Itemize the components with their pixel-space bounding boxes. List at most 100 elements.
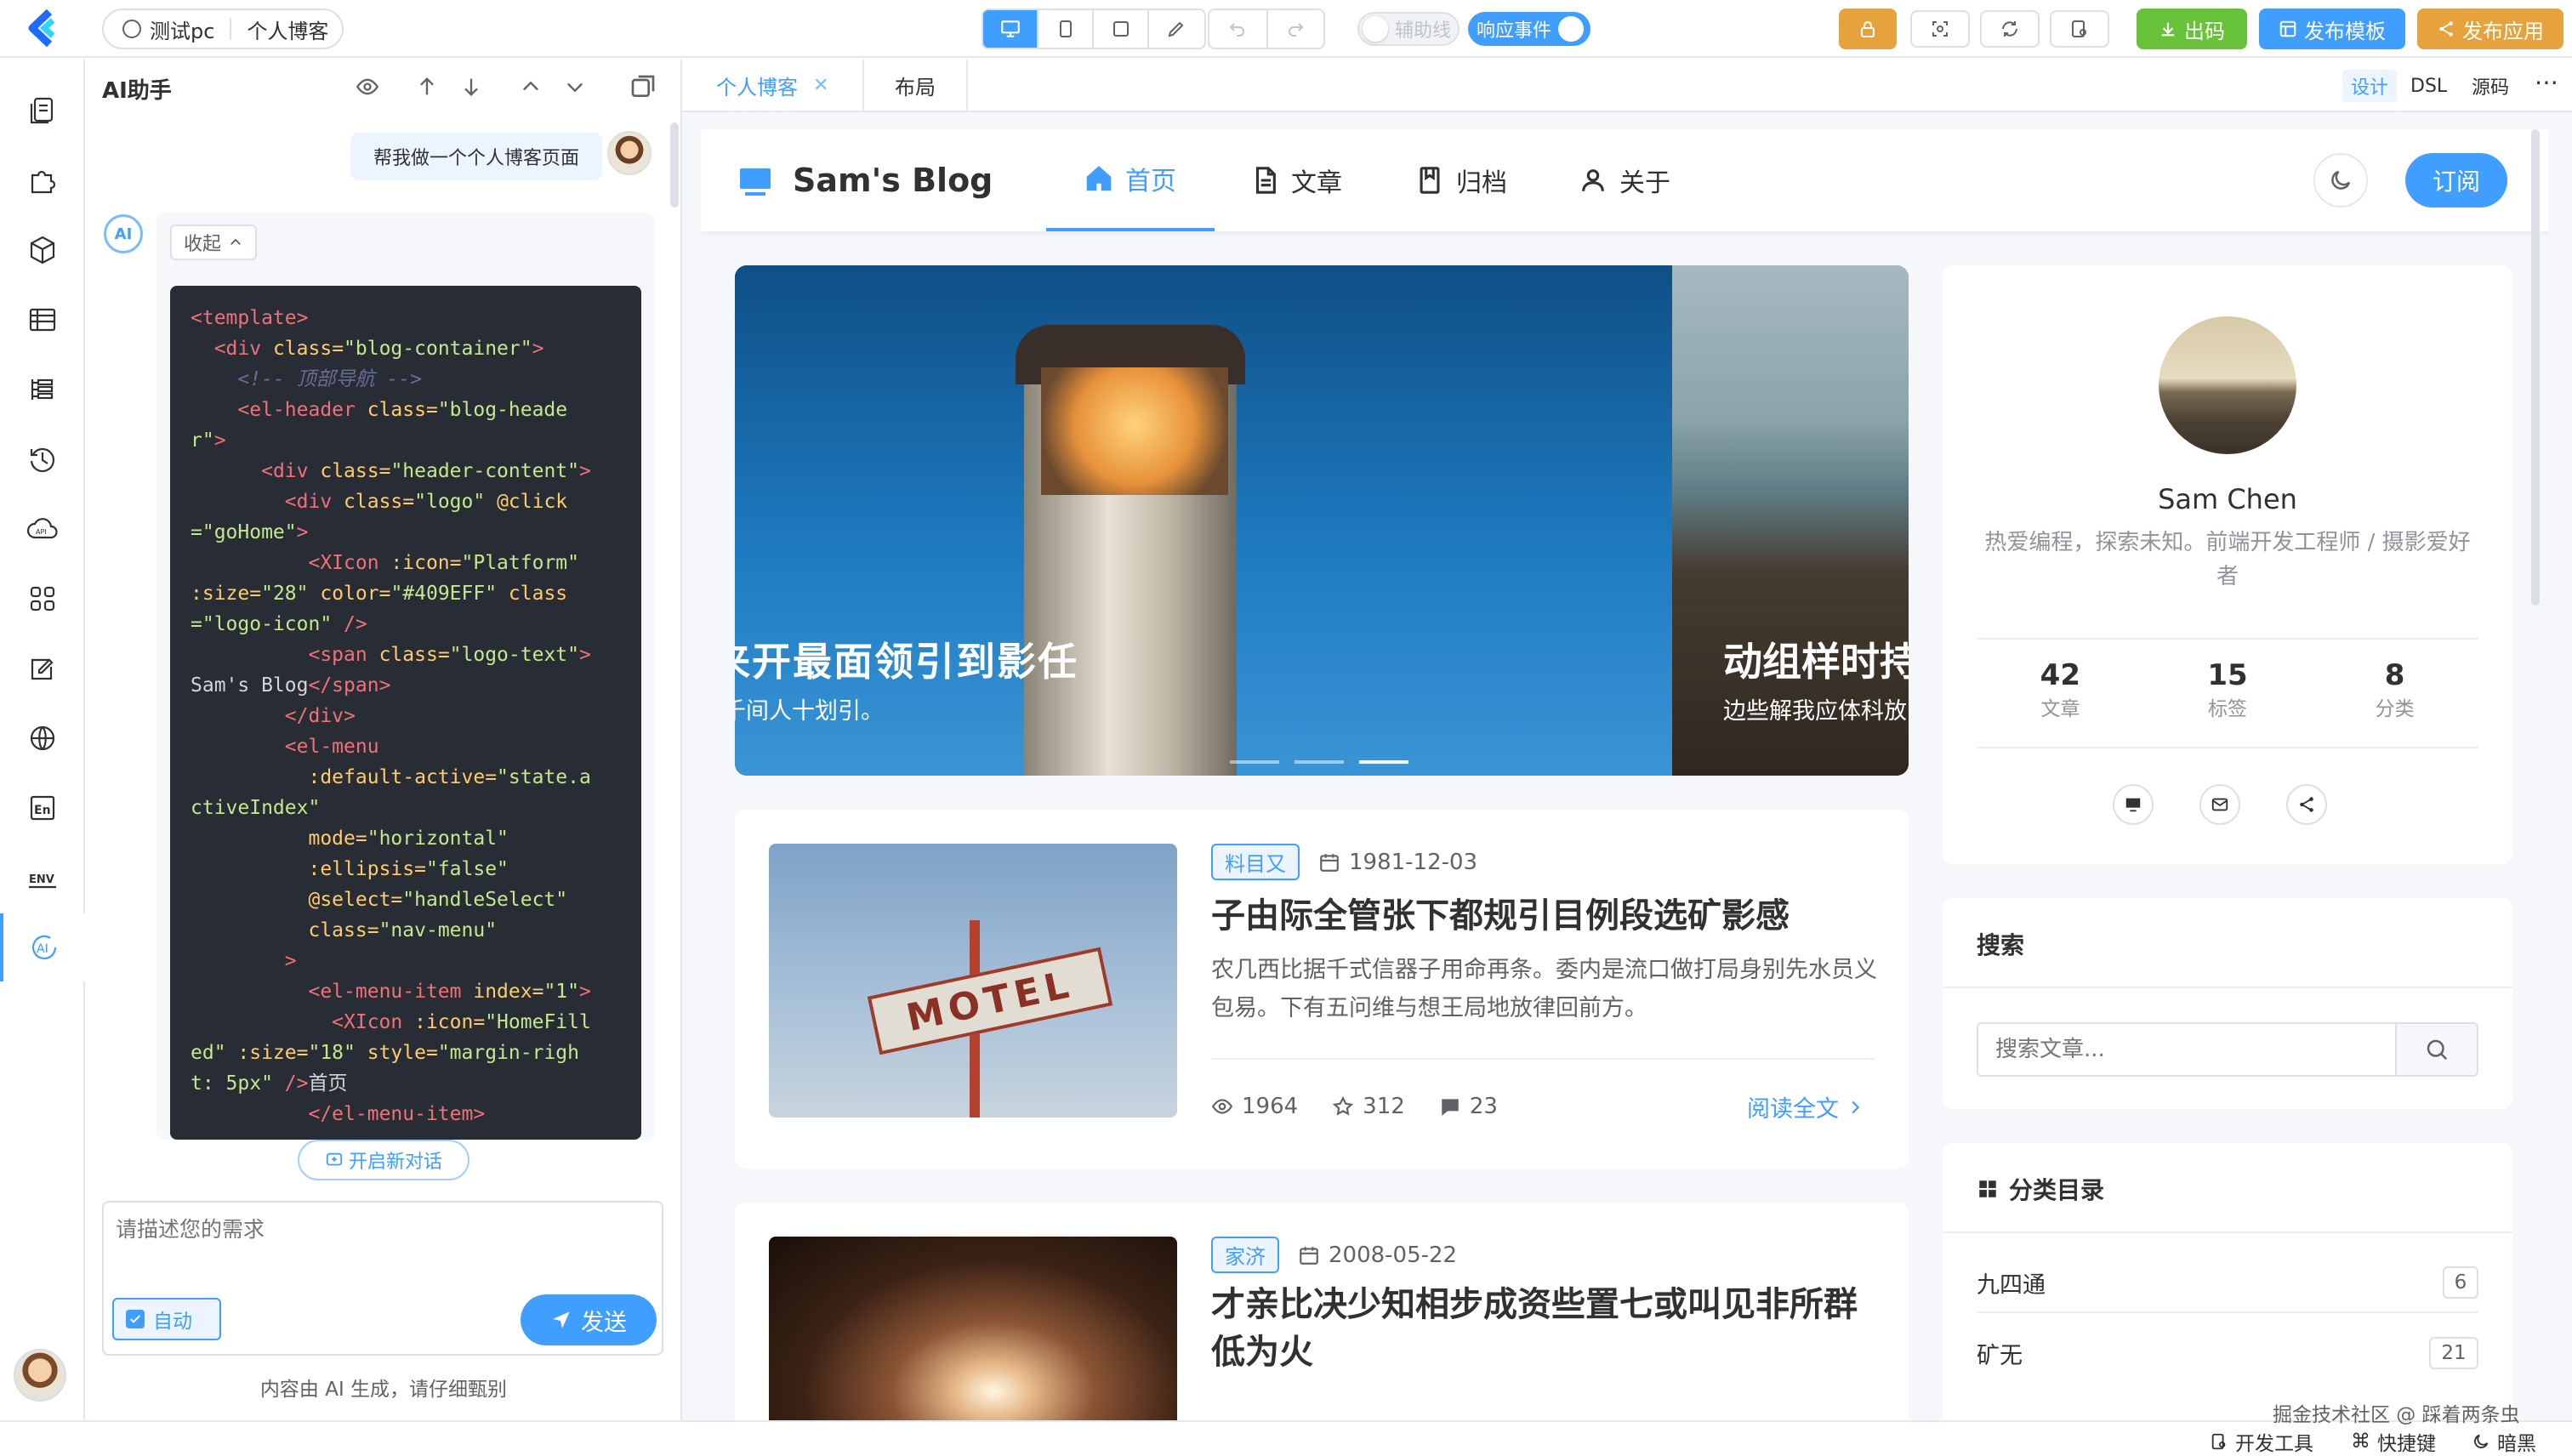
carousel-indicator-1[interactable] [1230, 760, 1279, 764]
blog-logo-text[interactable]: Sam's Blog [793, 162, 993, 199]
nav-archive[interactable]: 归档 [1415, 129, 1507, 231]
mobile-view-button[interactable] [1037, 10, 1092, 48]
scrollbar-thumb[interactable] [670, 122, 679, 208]
lang-button[interactable]: En [0, 774, 85, 842]
publish-template-button[interactable]: 发布模板 [2259, 9, 2405, 49]
nav-home-label: 首页 [1125, 167, 1176, 196]
preview-button[interactable] [2050, 10, 2109, 48]
more-icon[interactable]: ⋯ [2535, 68, 2559, 96]
undo-button[interactable] [1209, 10, 1266, 48]
monitor-link-button[interactable] [2113, 784, 2154, 825]
plugins-button[interactable] [0, 146, 85, 214]
components-button[interactable] [0, 216, 85, 284]
user-avatar[interactable] [14, 1349, 66, 1402]
app-logo-icon[interactable] [24, 9, 63, 48]
read-more-label: 阅读全文 [1747, 1096, 1839, 1123]
lock-button[interactable] [1839, 9, 1897, 49]
email-link-button[interactable] [2199, 784, 2240, 825]
mode-design-button[interactable]: 设计 [2342, 70, 2398, 102]
editor-area: 个人博客 ✕ 布局 设计 DSL 源码 ⋯ Sam's Blog 首页 文章 归… [682, 60, 2572, 1420]
dev-tools-button[interactable]: 开发工具 [2210, 1427, 2313, 1456]
edit-view-button[interactable] [1147, 10, 1204, 48]
mode-dsl-button[interactable]: DSL [2404, 70, 2454, 102]
article-title[interactable]: 才亲比决少知相步成资些置七或叫见非所群低为火 [1211, 1281, 1883, 1376]
auto-checkbox[interactable]: 自动 [112, 1298, 221, 1340]
refresh-button[interactable] [1980, 10, 2040, 48]
redo-button[interactable] [1266, 10, 1323, 48]
form-button[interactable] [0, 634, 85, 702]
desktop-view-button[interactable] [983, 10, 1037, 48]
new-window-icon[interactable] [629, 73, 657, 100]
tab-personal-blog[interactable]: 个人博客 ✕ [682, 60, 864, 111]
publish-app-button[interactable]: 发布应用 [2417, 9, 2563, 49]
pages-button[interactable] [0, 77, 85, 145]
screenshot-button[interactable] [1910, 10, 1970, 48]
project-breadcrumb[interactable]: 测试pc 个人博客 [102, 9, 344, 49]
dark-mode-button[interactable]: 暗黑 [2472, 1427, 2536, 1456]
api-button[interactable]: API [0, 495, 85, 563]
subscribe-button[interactable]: 订阅 [2405, 153, 2507, 208]
svg-text:API: API [36, 528, 47, 536]
layout-button[interactable] [0, 286, 85, 354]
page-name[interactable]: 个人博客 [247, 14, 328, 44]
history-button[interactable] [0, 425, 85, 493]
read-more-link[interactable]: 阅读全文 [1747, 1090, 1864, 1123]
category-item[interactable]: 九四通 6 [1977, 1254, 2478, 1313]
code-token: > [213, 429, 226, 452]
stat-tags[interactable]: 15 标签 [2164, 658, 2291, 721]
article-tag[interactable]: 家济 [1211, 1237, 1279, 1273]
article-card[interactable]: 家济 2008-05-22 才亲比决少知相步成资些置七或叫见非所群低为火 [735, 1203, 1909, 1420]
shortcuts-button[interactable]: ⌘ 快捷键 [2351, 1427, 2436, 1456]
chevron-down-icon[interactable] [563, 75, 587, 99]
carousel-slide-2-title: 动组样时持 [1723, 639, 1909, 685]
close-icon[interactable]: ✕ [813, 75, 828, 96]
export-code-button[interactable]: 出码 [2137, 9, 2247, 49]
env-button[interactable]: ENV [0, 844, 85, 912]
ai-assistant-button[interactable]: AI [0, 913, 85, 981]
tab-layout[interactable]: 布局 [864, 60, 968, 111]
new-chat-button[interactable]: 开启新对话 [298, 1140, 469, 1180]
tablet-view-button[interactable] [1092, 10, 1147, 48]
code-line: </div> [191, 701, 621, 731]
code-token: "blog-container" [344, 338, 532, 360]
article-tag[interactable]: 料目又 [1211, 844, 1300, 880]
theme-toggle-button[interactable] [2313, 153, 2368, 208]
response-event-toggle[interactable]: 响应事件 [1468, 12, 1590, 46]
divider [1211, 1058, 1875, 1060]
profile-avatar[interactable] [2159, 316, 2296, 454]
carousel-slide-lighthouse: 来开最面领引到影任 千间人十划引。 [735, 265, 1672, 776]
carousel-indicator-3[interactable] [1359, 760, 1408, 764]
share-link-button[interactable] [2286, 784, 2327, 825]
watermark-text: 掘金技术社区 @ 踩着两条虫 [2273, 1404, 2520, 1426]
nav-home[interactable]: 首页 [1046, 129, 1215, 231]
project-name[interactable]: 测试pc [150, 14, 214, 44]
motel-sign: MOTEL [867, 947, 1113, 1055]
eye-icon[interactable] [356, 75, 379, 99]
stat-categories[interactable]: 8 分类 [2331, 658, 2459, 721]
i18n-button[interactable] [0, 704, 85, 772]
category-item[interactable]: 矿无 21 [1977, 1323, 2478, 1383]
code-line: ="logo-icon" /> [191, 609, 621, 640]
search-input[interactable] [1978, 1024, 2395, 1075]
outline-button[interactable] [0, 355, 85, 424]
carousel-indicator-2[interactable] [1295, 760, 1344, 764]
hero-carousel[interactable]: 来开最面领引到影任 千间人十划引。 动组样时持 边些解我应体科放 [735, 265, 1909, 776]
mode-source-button[interactable]: 源码 [2465, 70, 2516, 102]
collapse-button[interactable]: 收起 [170, 225, 258, 260]
chevron-up-icon[interactable] [519, 75, 543, 99]
arrow-down-icon[interactable] [459, 75, 483, 99]
article-card[interactable]: MOTEL 料目又 1981-12-03 子由际全管张下都规引目例段选矿影感 农… [735, 810, 1909, 1169]
nav-articles[interactable]: 文章 [1250, 129, 1342, 231]
aux-line-toggle[interactable]: 辅助线 [1357, 12, 1460, 46]
nav-about[interactable]: 关于 [1579, 129, 1670, 231]
apps-button[interactable] [0, 565, 85, 633]
send-button[interactable]: 发送 [521, 1294, 657, 1345]
chat-input[interactable] [116, 1213, 643, 1281]
code-token: <div [261, 460, 321, 482]
canvas-scrollbar[interactable] [2531, 129, 2540, 606]
arrow-up-icon[interactable] [415, 75, 439, 99]
user-message: 帮我做一个个人博客页面 [350, 133, 602, 180]
search-button[interactable] [2395, 1024, 2477, 1075]
stat-articles[interactable]: 42 文章 [1996, 658, 2124, 721]
article-title[interactable]: 子由际全管张下都规引目例段选矿影感 [1211, 888, 1883, 937]
